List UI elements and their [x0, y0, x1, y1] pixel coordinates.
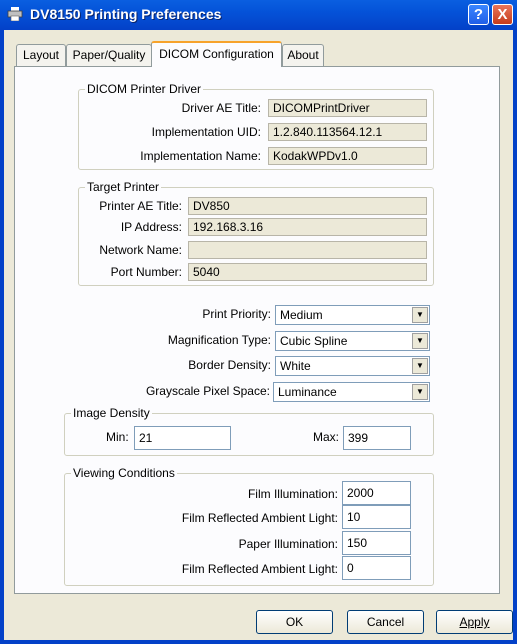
cancel-button[interactable]: Cancel [347, 610, 424, 634]
window-frame-right [513, 30, 517, 644]
help-button[interactable]: ? [468, 4, 489, 25]
tab-layout[interactable]: Layout [16, 44, 66, 66]
group-title-target-printer: Target Printer [87, 180, 160, 194]
film-illumination-label: Film Illumination: [247, 487, 338, 501]
density-min-label: Min: [106, 430, 129, 444]
tab-about[interactable]: About [282, 44, 324, 66]
film-reflected-ambient-light-input[interactable]: 10 [342, 505, 411, 529]
chevron-down-icon[interactable]: ▼ [412, 358, 428, 374]
border-density-select[interactable]: White ▼ [275, 356, 430, 376]
printer-ae-title-field[interactable]: DV850 [188, 197, 427, 215]
density-max-input[interactable]: 399 [343, 426, 411, 450]
magnification-type-value: Cubic Spline [280, 334, 348, 348]
implementation-uid-field[interactable]: 1.2.840.113564.12.1 [268, 123, 427, 141]
window-frame-bottom [0, 640, 517, 644]
close-button[interactable]: X [492, 4, 513, 25]
print-priority-select[interactable]: Medium ▼ [275, 305, 430, 325]
tab-paper-quality[interactable]: Paper/Quality [66, 44, 152, 66]
paper-illumination-label: Paper Illumination: [238, 537, 338, 551]
implementation-name-label: Implementation Name: [140, 149, 261, 163]
tab-dicom-configuration[interactable]: DICOM Configuration [151, 41, 282, 67]
group-title-image-density: Image Density [73, 406, 150, 420]
network-name-label: Network Name: [99, 243, 182, 257]
printer-icon [7, 7, 23, 21]
driver-ae-title-field[interactable]: DICOMPrintDriver [268, 99, 427, 117]
title-bar: DV8150 Printing Preferences ? X [0, 0, 517, 30]
ip-address-field[interactable]: 192.168.3.16 [188, 218, 427, 236]
density-max-label: Max: [313, 430, 340, 444]
ip-address-label: IP Address: [120, 220, 182, 234]
window-title: DV8150 Printing Preferences [30, 6, 222, 22]
ok-button[interactable]: OK [256, 610, 333, 634]
chevron-down-icon[interactable]: ▼ [412, 307, 428, 323]
border-density-label: Border Density: [188, 358, 271, 372]
paper-illumination-input[interactable]: 150 [342, 531, 411, 555]
grayscale-pixel-space-label: Grayscale Pixel Space: [145, 384, 270, 398]
group-title-viewing-conditions: Viewing Conditions [73, 466, 175, 480]
magnification-type-label: Magnification Type: [167, 333, 271, 347]
film-reflected-ambient-light-input-2[interactable]: 0 [342, 556, 411, 580]
film-reflected-ambient-light-label: Film Reflected Ambient Light: [181, 511, 338, 525]
grayscale-pixel-space-select[interactable]: Luminance ▼ [273, 382, 430, 402]
port-number-label: Port Number: [110, 265, 182, 279]
film-illumination-input[interactable]: 2000 [342, 481, 411, 505]
driver-ae-title-label: Driver AE Title: [181, 101, 261, 115]
film-reflected-ambient-light-label-2: Film Reflected Ambient Light: [181, 562, 338, 576]
window-frame-left [0, 30, 4, 644]
printer-ae-title-label: Printer AE Title: [99, 199, 182, 213]
group-title-dicom-printer-driver: DICOM Printer Driver [87, 82, 202, 96]
port-number-field[interactable]: 5040 [188, 263, 427, 281]
chevron-down-icon[interactable]: ▼ [412, 384, 428, 400]
print-priority-value: Medium [280, 308, 323, 322]
apply-button[interactable]: Apply [436, 610, 513, 634]
density-min-input[interactable]: 21 [134, 426, 231, 450]
chevron-down-icon[interactable]: ▼ [412, 333, 428, 349]
print-priority-label: Print Priority: [202, 307, 271, 321]
magnification-type-select[interactable]: Cubic Spline ▼ [275, 331, 430, 351]
grayscale-pixel-space-value: Luminance [278, 385, 337, 399]
network-name-field[interactable] [188, 241, 427, 259]
implementation-uid-label: Implementation UID: [151, 125, 261, 139]
border-density-value: White [280, 359, 311, 373]
implementation-name-field[interactable]: KodakWPDv1.0 [268, 147, 427, 165]
